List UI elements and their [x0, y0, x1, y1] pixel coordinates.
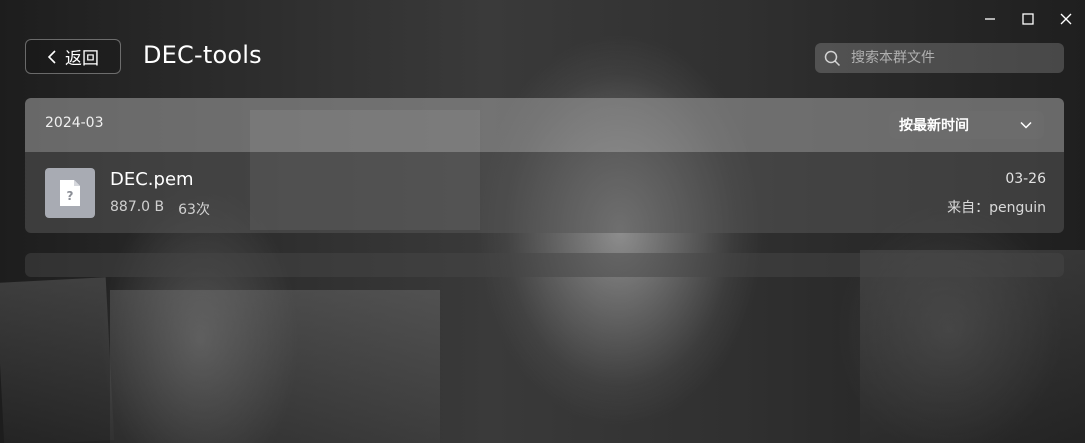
file-size: 887.0 B [110, 199, 165, 215]
minimize-icon [985, 18, 995, 20]
file-meta: 887.0 B 63次 [110, 199, 210, 219]
group-date-label: 2024-03 [45, 115, 104, 131]
file-name[interactable]: DEC.pem [110, 169, 194, 190]
file-uploader: 来自：penguin [947, 200, 1046, 216]
file-group-header: 2024-03 按最新时间 [25, 98, 1064, 152]
file-list-item[interactable]: ? DEC.pem 887.0 B 63次 03-26 来自：penguin [25, 152, 1064, 233]
back-button-label: 返回 [65, 49, 99, 69]
file-date: 03-26 [1005, 171, 1046, 187]
search-icon [824, 50, 841, 66]
background-image-decor [110, 290, 440, 443]
back-button[interactable]: 返回 [25, 39, 121, 74]
chevron-left-icon [47, 49, 56, 64]
background-image-decor [860, 250, 1085, 443]
background-image-decor [0, 277, 115, 443]
file-icon-glyph: ? [67, 189, 74, 203]
file-doc-icon: ? [60, 180, 80, 206]
sort-dropdown-label: 按最新时间 [899, 118, 969, 134]
search-box[interactable] [815, 43, 1064, 73]
file-download-count: 63次 [178, 202, 210, 218]
window-controls [971, 8, 1085, 30]
maximize-icon [1022, 13, 1034, 25]
close-icon [1060, 13, 1072, 25]
chevron-down-icon [1020, 121, 1032, 129]
close-button[interactable] [1047, 8, 1085, 30]
page-title: DEC-tools [143, 41, 262, 69]
sort-dropdown[interactable]: 按最新时间 [889, 111, 1044, 139]
list-footer-placeholder [25, 253, 1064, 277]
search-input[interactable] [849, 49, 1053, 67]
minimize-button[interactable] [971, 8, 1009, 30]
maximize-button[interactable] [1009, 8, 1047, 30]
unknown-file-icon: ? [45, 168, 95, 218]
